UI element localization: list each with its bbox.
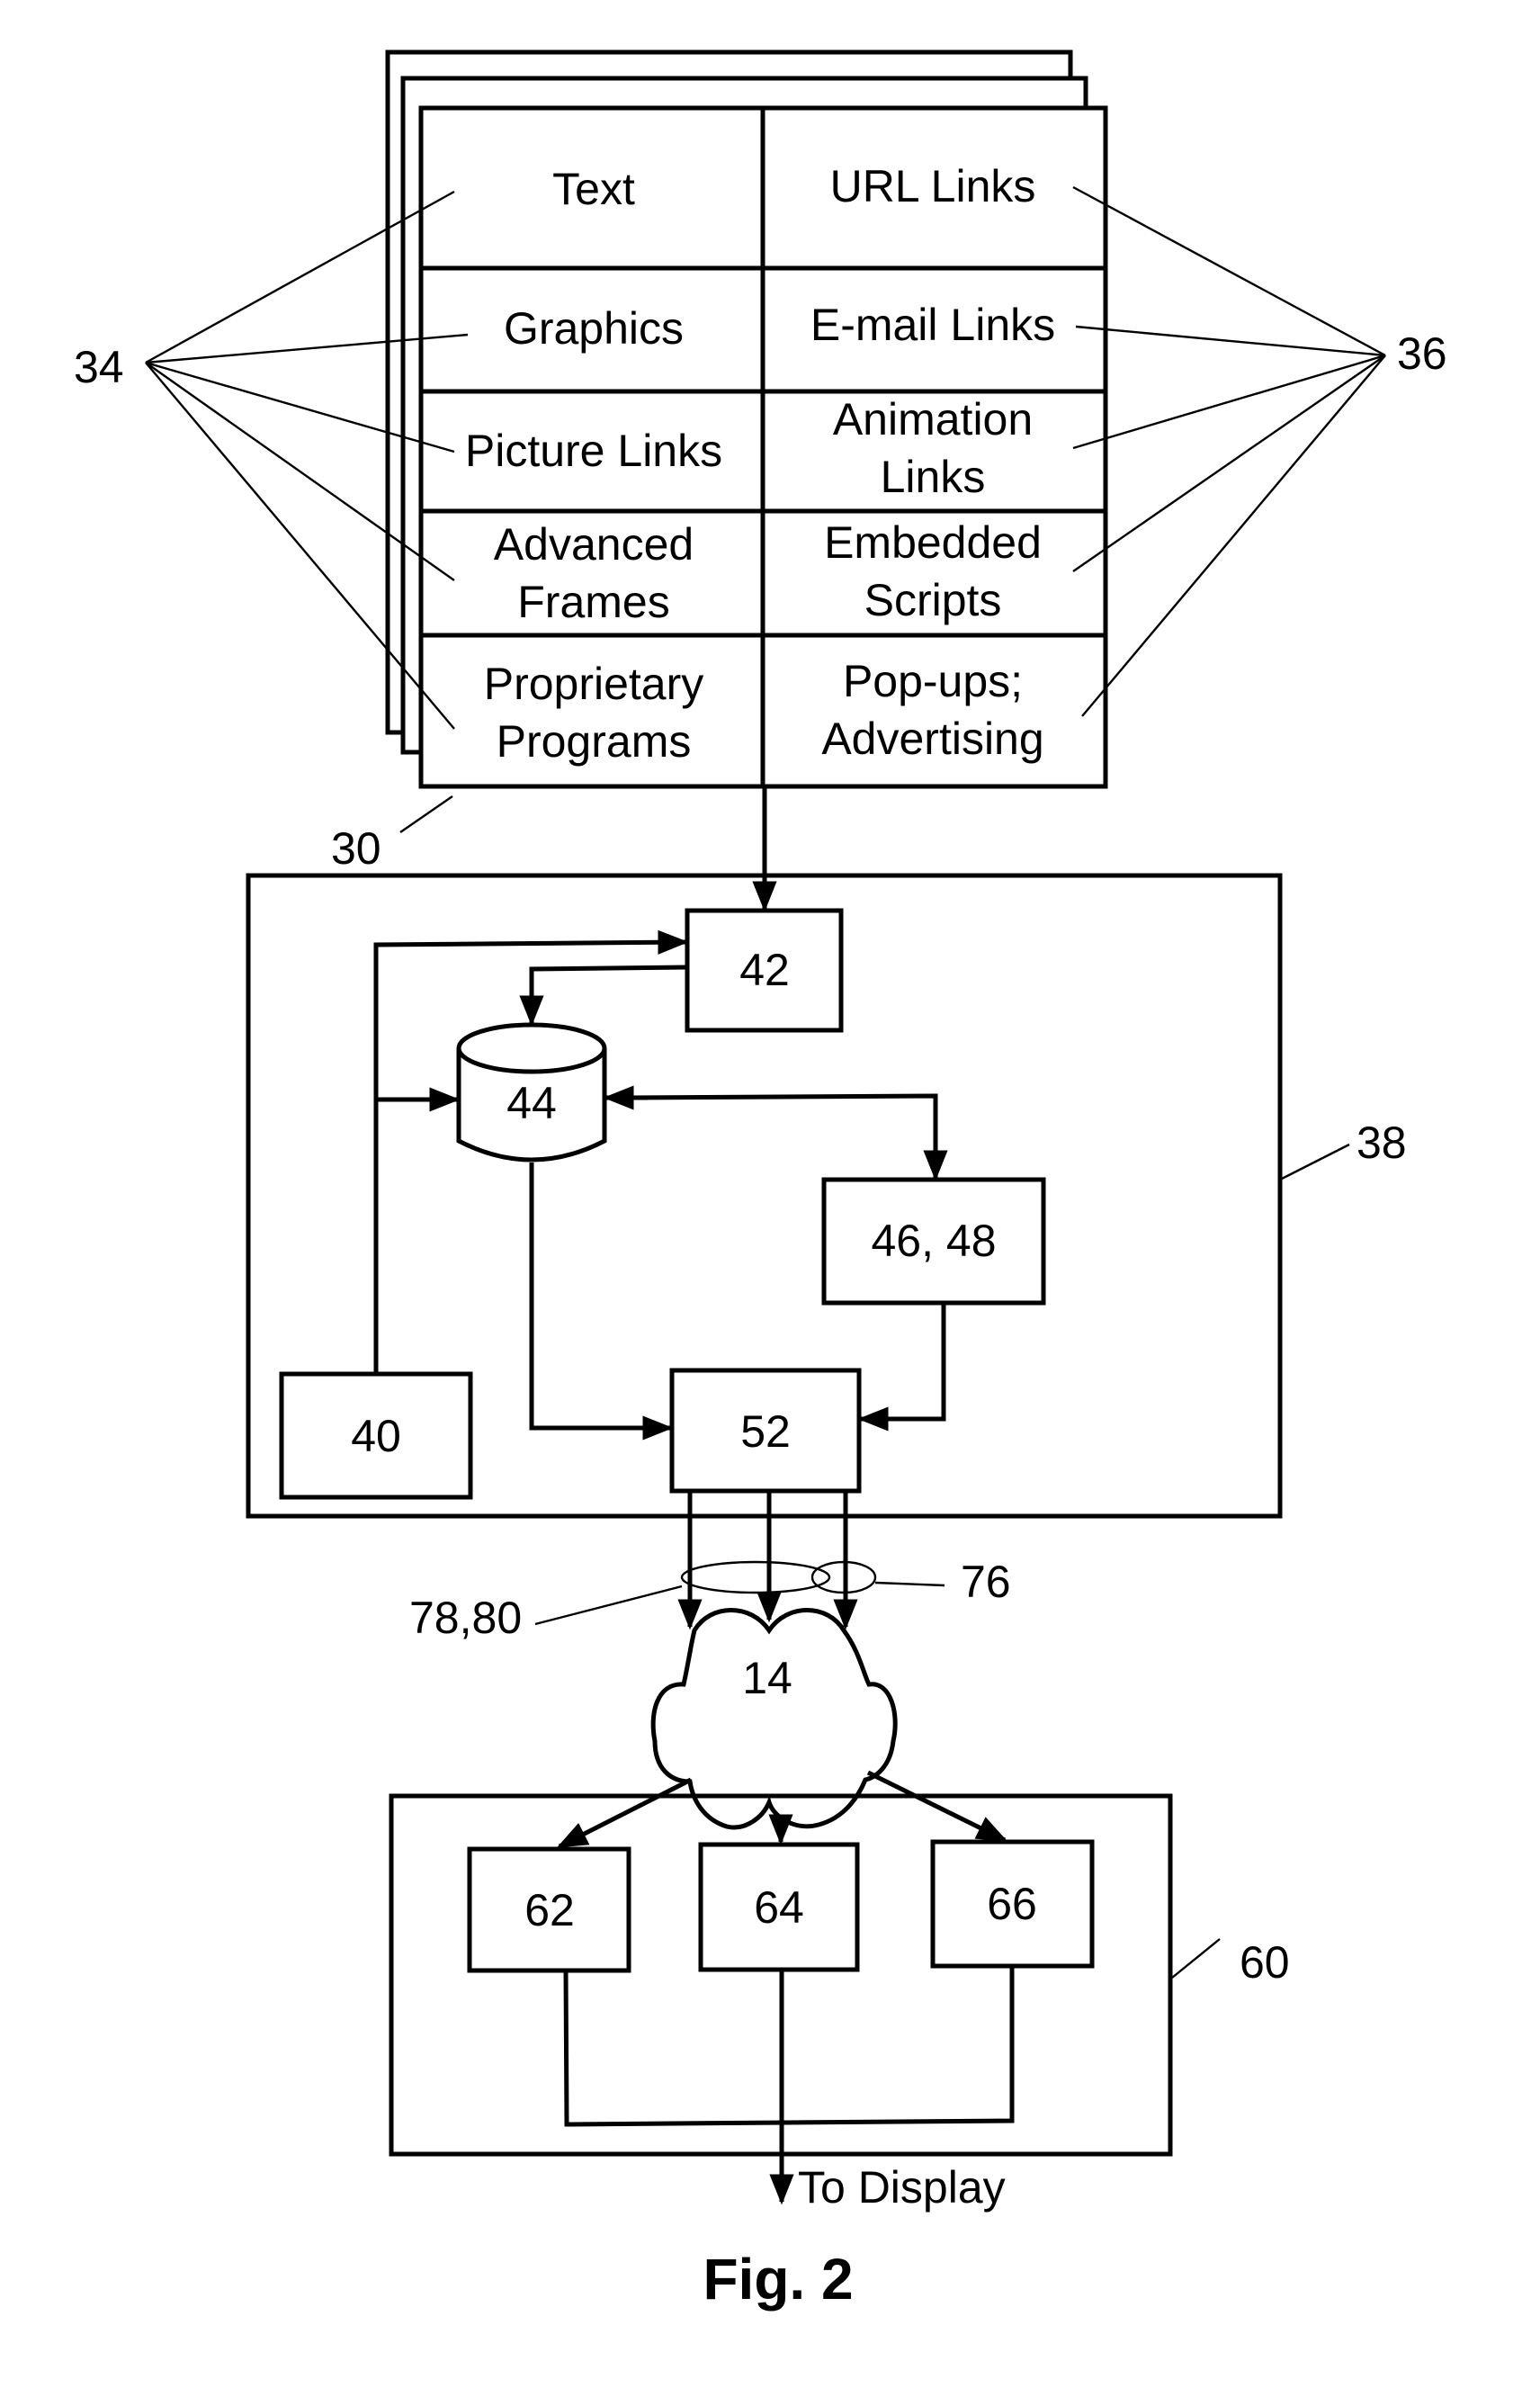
leader-30 — [399, 795, 453, 833]
cell-animation-links-line1: Animation — [833, 394, 1033, 444]
ref-78-80: 78,80 — [409, 1593, 522, 1643]
node-52-label: 52 — [740, 1406, 791, 1457]
node-44-label: 44 — [506, 1078, 557, 1128]
cell-embedded-scripts-line1: Embedded — [824, 517, 1042, 568]
ref-36: 36 — [1397, 328, 1447, 379]
leaders-36 — [1072, 185, 1386, 717]
patent-diagram: Text Graphics Picture Links Advanced Fra… — [74, 49, 1447, 2312]
ref-76: 76 — [961, 1557, 1011, 1607]
leader-78-80 — [534, 1585, 683, 1626]
cell-popups-advertising-line2: Advertising — [821, 714, 1043, 764]
figure-caption: Fig. 2 — [703, 2247, 853, 2312]
cell-popups-advertising-line1: Pop-ups; — [843, 656, 1023, 706]
network-label: 14 — [742, 1653, 792, 1703]
cell-proprietary-programs-line2: Programs — [497, 716, 692, 767]
cell-graphics: Graphics — [504, 303, 684, 354]
cell-text: Text — [552, 164, 635, 214]
leader-38 — [1281, 1143, 1350, 1181]
channel-group-78-80 — [680, 1560, 831, 1594]
node-46-48-label: 46, 48 — [871, 1216, 996, 1266]
cell-embedded-scripts-line2: Scripts — [864, 575, 1002, 625]
ref-30: 30 — [331, 823, 381, 874]
ref-38: 38 — [1356, 1118, 1407, 1168]
cell-proprietary-programs-line1: Proprietary — [484, 659, 704, 709]
cell-animation-links-line2: Links — [881, 452, 986, 502]
node-42-label: 42 — [739, 945, 790, 995]
cell-advanced-frames-line1: Advanced — [494, 519, 694, 570]
node-62-label: 62 — [524, 1885, 575, 1935]
node-40-label: 40 — [351, 1411, 401, 1461]
ref-60: 60 — [1240, 1937, 1290, 1988]
channels-52-to-network — [677, 1491, 858, 1630]
to-display-label: To Display — [798, 2162, 1006, 2213]
node-66-label: 66 — [987, 1879, 1037, 1929]
ref-34: 34 — [74, 342, 124, 392]
cell-url-links: URL Links — [830, 161, 1036, 211]
cell-email-links: E-mail Links — [810, 300, 1055, 350]
node-64-label: 64 — [754, 1882, 804, 1933]
leader-60 — [1171, 1938, 1221, 1979]
cell-advanced-frames-line2: Frames — [517, 577, 669, 627]
leader-76 — [874, 1581, 945, 1587]
cell-picture-links: Picture Links — [465, 426, 722, 476]
